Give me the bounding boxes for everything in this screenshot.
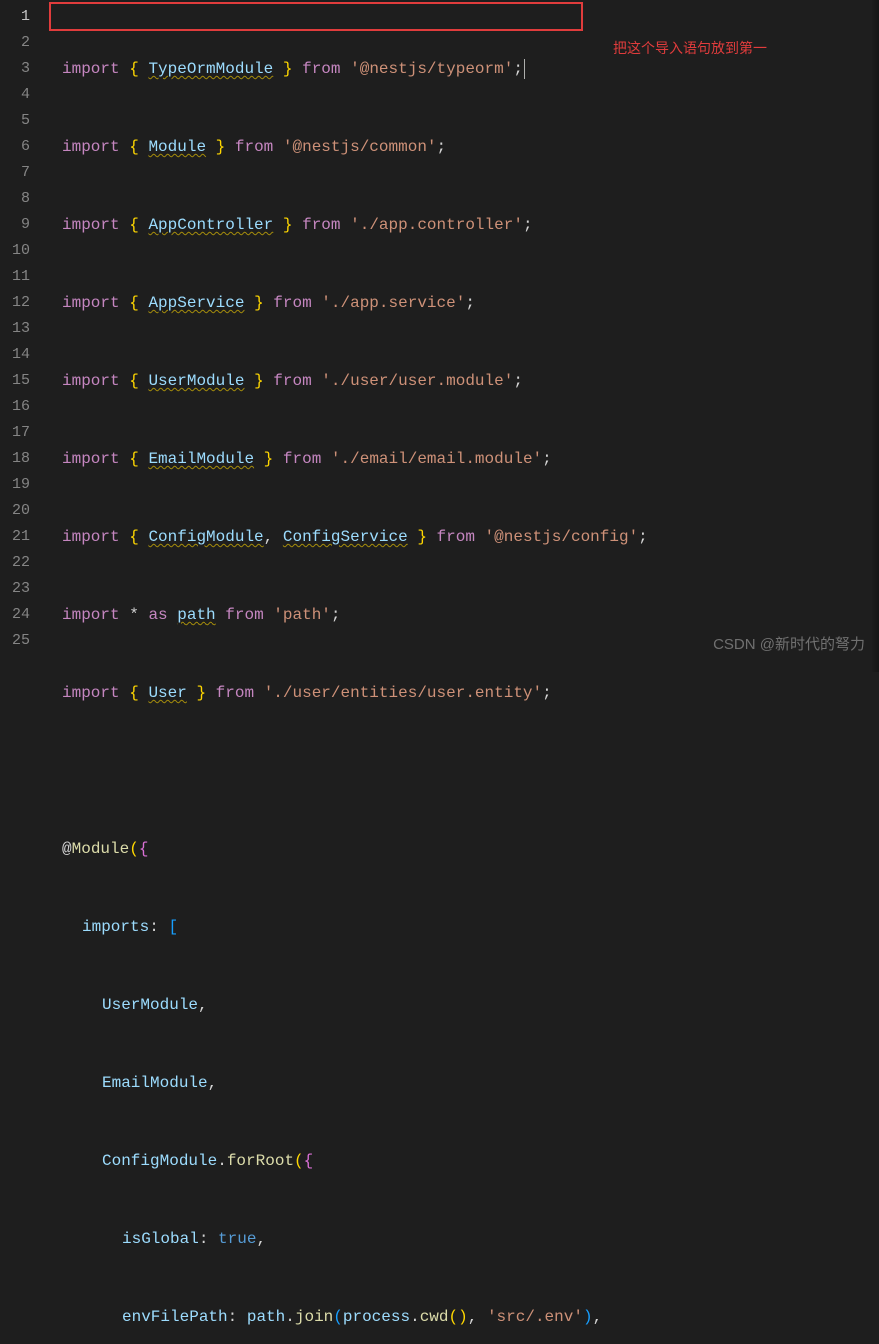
line-number-gutter: 1 2 3 4 5 6 7 8 9 10 11 12 13 14 15 16 1…	[0, 0, 48, 672]
code-line	[62, 758, 879, 784]
line-number: 23	[0, 576, 30, 602]
line-number: 5	[0, 108, 30, 134]
minimap-shadow	[871, 0, 879, 672]
line-number: 19	[0, 472, 30, 498]
line-number: 24	[0, 602, 30, 628]
line-number: 6	[0, 134, 30, 160]
code-line: import { UserModule } from './user/user.…	[62, 368, 879, 394]
code-editor[interactable]: 1 2 3 4 5 6 7 8 9 10 11 12 13 14 15 16 1…	[0, 0, 879, 672]
code-line: import { AppService } from './app.servic…	[62, 290, 879, 316]
code-line: import * as path from 'path';	[62, 602, 879, 628]
code-line: envFilePath: path.join(process.cwd(), 's…	[62, 1304, 879, 1330]
code-line: @Module({	[62, 836, 879, 862]
code-line: import { Module } from '@nestjs/common';	[62, 134, 879, 160]
line-number: 18	[0, 446, 30, 472]
line-number: 7	[0, 160, 30, 186]
line-number: 25	[0, 628, 30, 654]
code-line: import { ConfigModule, ConfigService } f…	[62, 524, 879, 550]
line-number: 11	[0, 264, 30, 290]
line-number: 17	[0, 420, 30, 446]
line-number: 13	[0, 316, 30, 342]
line-number: 1	[0, 4, 30, 30]
line-number: 21	[0, 524, 30, 550]
code-area[interactable]: import { TypeOrmModule } from '@nestjs/t…	[48, 0, 879, 672]
code-line: EmailModule,	[62, 1070, 879, 1096]
line-number: 14	[0, 342, 30, 368]
line-number: 10	[0, 238, 30, 264]
code-line: import { User } from './user/entities/us…	[62, 680, 879, 706]
code-line: imports: [	[62, 914, 879, 940]
line-number: 2	[0, 30, 30, 56]
code-line: ConfigModule.forRoot({	[62, 1148, 879, 1174]
line-number: 16	[0, 394, 30, 420]
annotation-text: 把这个导入语句放到第一	[613, 35, 767, 61]
line-number: 15	[0, 368, 30, 394]
line-number: 20	[0, 498, 30, 524]
line-number: 3	[0, 56, 30, 82]
watermark: CSDN @新时代的弩力	[713, 632, 865, 658]
line-number: 8	[0, 186, 30, 212]
code-line: import { EmailModule } from './email/ema…	[62, 446, 879, 472]
code-line: import { AppController } from './app.con…	[62, 212, 879, 238]
line-number: 22	[0, 550, 30, 576]
line-number: 4	[0, 82, 30, 108]
line-number: 9	[0, 212, 30, 238]
line-number: 12	[0, 290, 30, 316]
text-cursor	[524, 59, 525, 79]
code-line: UserModule,	[62, 992, 879, 1018]
code-line: isGlobal: true,	[62, 1226, 879, 1252]
